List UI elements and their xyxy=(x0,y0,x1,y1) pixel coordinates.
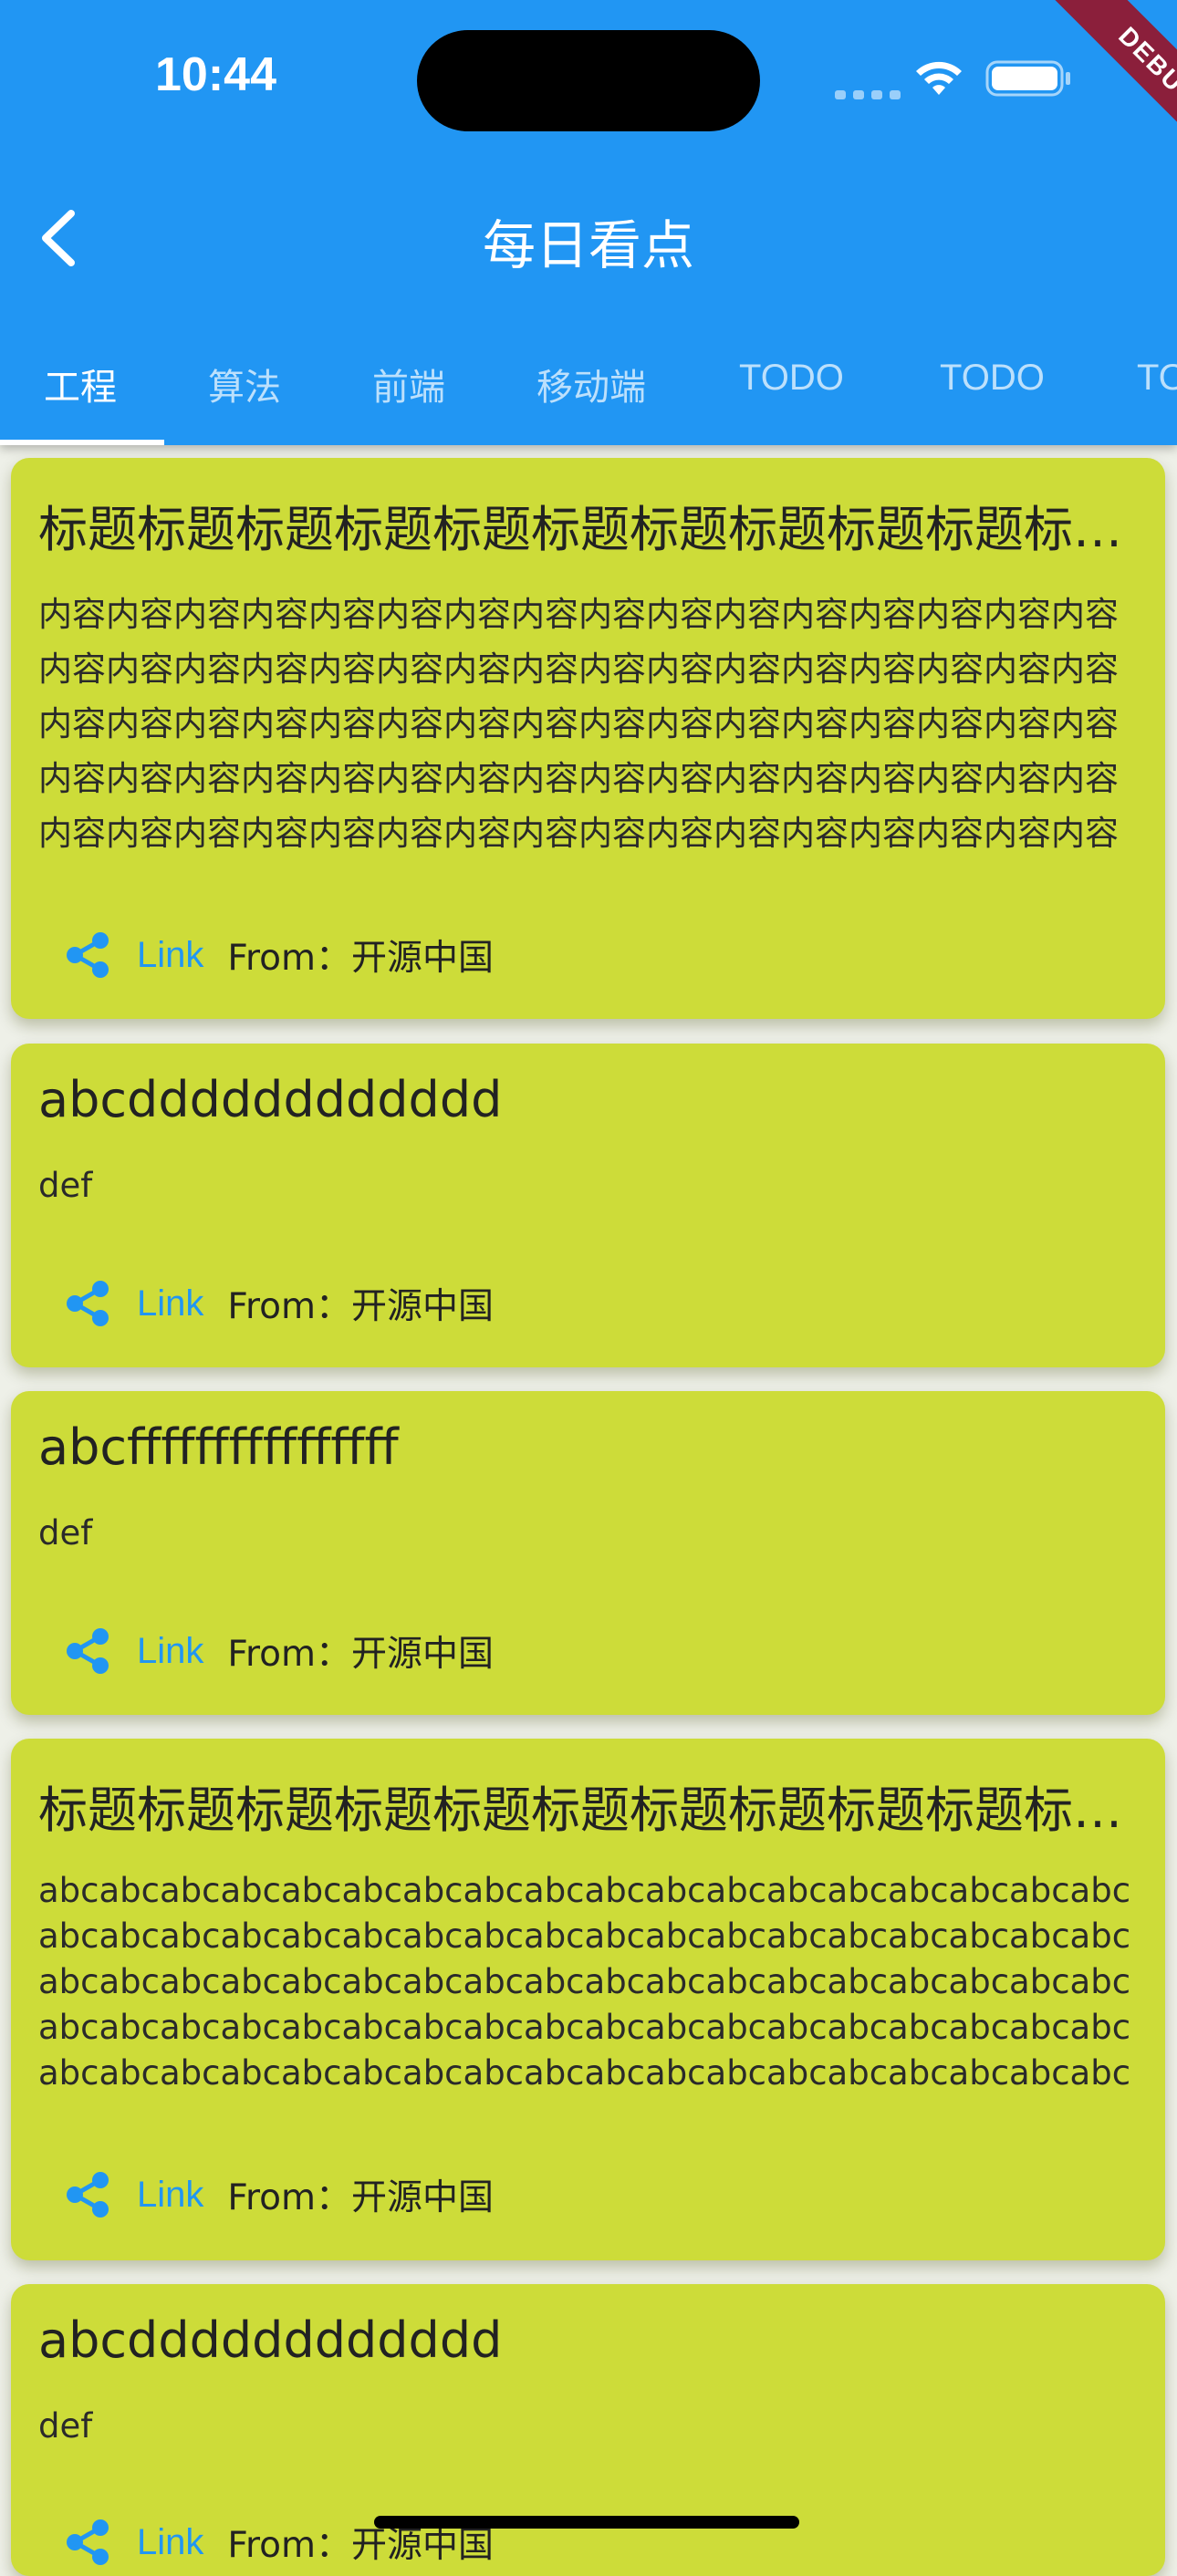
battery-icon xyxy=(985,60,1070,97)
link-button[interactable]: Link xyxy=(137,2522,203,2563)
share-icon[interactable] xyxy=(60,2167,115,2222)
card-footer: Link From：开源中国 xyxy=(38,923,494,987)
tab-frontend[interactable]: 前端 xyxy=(372,358,445,410)
source-label: From：开源中国 xyxy=(227,1634,495,1675)
card-body: def xyxy=(38,1166,93,1205)
tab-mobile[interactable]: 移动端 xyxy=(536,358,646,410)
link-button[interactable]: Link xyxy=(137,1631,203,1672)
link-button[interactable]: Link xyxy=(137,935,203,976)
cellular-signal-icon xyxy=(835,86,908,103)
card-body: def xyxy=(38,2406,93,2446)
tab-todo-1[interactable]: TODO xyxy=(739,358,844,399)
source-label: From：开源中国 xyxy=(227,2177,495,2218)
card-body: 内容内容内容内容内容内容内容内容内容内容内容内容内容内容内容内容内容内容内容内容… xyxy=(38,595,1119,853)
article-card[interactable]: 标题标题标题标题标题标题标题标题标题标题标题标题标题标题标题 abcabcabc… xyxy=(11,1739,1165,2260)
share-icon[interactable] xyxy=(60,928,115,982)
source-label: From：开源中国 xyxy=(227,938,495,979)
tab-indicator xyxy=(0,440,164,445)
card-title: abcdddddddddddd xyxy=(38,1071,503,1128)
share-icon[interactable] xyxy=(60,2515,115,2570)
tab-todo-2[interactable]: TODO xyxy=(940,358,1045,399)
page-title: 每日看点 xyxy=(482,214,694,276)
card-footer: Link From：开源中国 xyxy=(38,1619,494,1683)
home-indicator[interactable] xyxy=(374,2516,799,2529)
status-time: 10:44 xyxy=(155,48,276,101)
article-card[interactable]: abcffffffffffffffff def Link From：开源中国 xyxy=(11,1391,1165,1715)
link-button[interactable]: Link xyxy=(137,1283,203,1324)
card-title: 标题标题标题标题标题标题标题标题标题标题标题标题标题标题标题 xyxy=(38,1781,1138,1839)
card-title: abcdddddddddddd xyxy=(38,2311,503,2369)
article-card[interactable]: abcdddddddddddd def Link From：开源中国 xyxy=(11,2284,1165,2576)
share-icon[interactable] xyxy=(60,1276,115,1331)
card-body: abcabcabcabcabcabcabcabcabcabcabcabcabca… xyxy=(38,1871,1131,2093)
tab-engineering[interactable]: 工程 xyxy=(44,358,117,410)
wifi-icon xyxy=(916,61,962,95)
tab-todo-3[interactable]: TO xyxy=(1137,358,1177,399)
tab-bar: 工程 算法 前端 移动端 TODO TODO TO xyxy=(0,338,1177,445)
article-card[interactable]: 标题标题标题标题标题标题标题标题标题标题标题标题标题标题标题 内容内容内容内容内… xyxy=(11,458,1165,1019)
share-icon[interactable] xyxy=(60,1624,115,1678)
card-footer: Link From：开源中国 xyxy=(38,2163,494,2227)
tab-algorithm[interactable]: 算法 xyxy=(208,358,281,410)
dynamic-island xyxy=(417,30,760,131)
link-button[interactable]: Link xyxy=(137,2175,203,2216)
card-title: abcffffffffffffffff xyxy=(38,1418,399,1476)
card-footer: Link From：开源中国 xyxy=(38,1272,494,1335)
source-label: From：开源中国 xyxy=(227,1286,495,1327)
article-card[interactable]: abcdddddddddddd def Link From：开源中国 xyxy=(11,1044,1165,1367)
card-title: 标题标题标题标题标题标题标题标题标题标题标题标题标题标题标题 xyxy=(38,501,1138,558)
card-body: def xyxy=(38,1513,93,1553)
app-bar: 10:44 DEBUG 每日看点 工程 算法 前端 移动端 TODO TODO … xyxy=(0,0,1177,445)
